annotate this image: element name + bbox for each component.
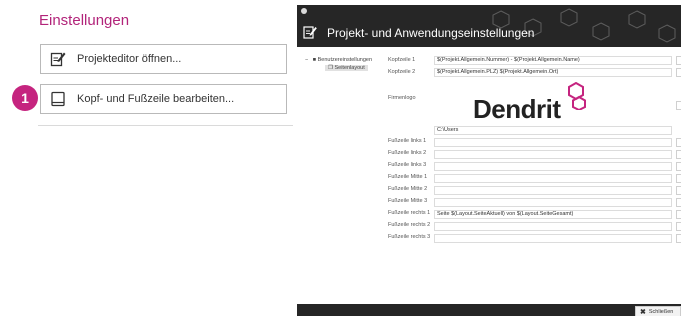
step-badge: 1 [12,85,38,111]
close-button-label: Schließen [648,309,674,315]
app-icon [301,8,307,14]
header-1-label: Kopfzeile 1 [388,57,416,63]
divider [38,125,293,126]
settings-edit-icon [303,26,317,39]
company-logo-preview[interactable]: Dendrit [434,82,672,126]
footer-center-1-option[interactable] [676,174,681,183]
logo-hexagon-icon [568,82,586,110]
footer-right-2-label: Fußzeile rechts 2 [388,222,431,228]
tree-item-user-settings-label: Benutzereinstellungen [317,57,373,63]
dialog-title: Projekt- und Anwendungseinstellungen [327,26,535,40]
edit-header-footer-label: Kopf- und Fußzeile bearbeiten... [77,93,235,105]
edit-document-icon [49,50,67,68]
tree-item-page-layout[interactable]: ❐ Seitenlayout [325,65,368,71]
footer-left-3-option[interactable] [676,162,681,171]
logo-text: Dendrit [473,94,561,124]
footer-center-1-label: Fußzeile Mitte 1 [388,174,428,180]
footer-right-3-option[interactable] [676,234,681,243]
dialog-header: Projekt- und Anwendungseinstellungen [297,5,681,47]
header-1-field[interactable]: $(Projekt.Allgemein.Nummer) - $(Projekt.… [434,56,672,65]
footer-right-1-option[interactable] [676,210,681,219]
footer-left-1-field[interactable] [434,138,672,147]
footer-right-2-field[interactable] [434,222,672,231]
tree-item-user-settings[interactable]: − ■ Benutzereinstellungen [305,57,372,63]
settings-title: Einstellungen [39,12,130,29]
company-logo-label: Firmenlogo [388,95,416,101]
logo-path-field[interactable]: C:\Users [434,126,672,135]
footer-center-3-label: Fußzeile Mitte 3 [388,198,428,204]
footer-left-3-label: Fußzeile links 3 [388,162,427,168]
footer-left-2-field[interactable] [434,150,672,159]
settings-dialog: Projekt- und Anwendungseinstellungen − ■… [297,5,681,316]
open-project-editor-button[interactable]: Projekteditor öffnen... [40,44,287,74]
footer-right-3-field[interactable] [434,234,672,243]
footer-left-1-option[interactable] [676,138,681,147]
header-2-field[interactable]: $(Projekt.Allgemein.PLZ) $(Projekt.Allge… [434,68,672,77]
tablet-icon [49,90,67,108]
footer-left-3-field[interactable] [434,162,672,171]
footer-right-3-label: Fußzeile rechts 3 [388,234,431,240]
close-icon: ✖ [640,309,646,316]
footer-right-1-label: Fußzeile rechts 1 [388,210,431,216]
footer-center-2-option[interactable] [676,186,681,195]
page-layout-icon: ❐ [328,65,333,71]
close-button[interactable]: ✖ Schließen [635,306,681,316]
footer-right-1-field[interactable]: Seite $(Layout.SeiteAktuell) von $(Layou… [434,210,672,219]
header-2-option[interactable] [676,68,681,77]
footer-center-2-label: Fußzeile Mitte 2 [388,186,428,192]
user-icon: ■ [312,57,317,63]
tree-item-page-layout-label: Seitenlayout [334,65,365,71]
footer-right-2-option[interactable] [676,222,681,231]
footer-left-2-label: Fußzeile links 2 [388,150,427,156]
footer-center-3-option[interactable] [676,198,681,207]
header-2-label: Kopfzeile 2 [388,69,416,75]
header-1-option[interactable] [676,56,681,65]
edit-header-footer-button[interactable]: Kopf- und Fußzeile bearbeiten... [40,84,287,114]
footer-center-3-field[interactable] [434,198,672,207]
footer-center-2-field[interactable] [434,186,672,195]
dialog-footer [297,304,681,316]
footer-center-1-field[interactable] [434,174,672,183]
footer-left-1-label: Fußzeile links 1 [388,138,427,144]
footer-left-2-option[interactable] [676,150,681,159]
open-project-editor-label: Projekteditor öffnen... [77,53,182,65]
company-logo-option[interactable] [676,101,681,110]
collapse-icon[interactable]: − [305,57,308,63]
